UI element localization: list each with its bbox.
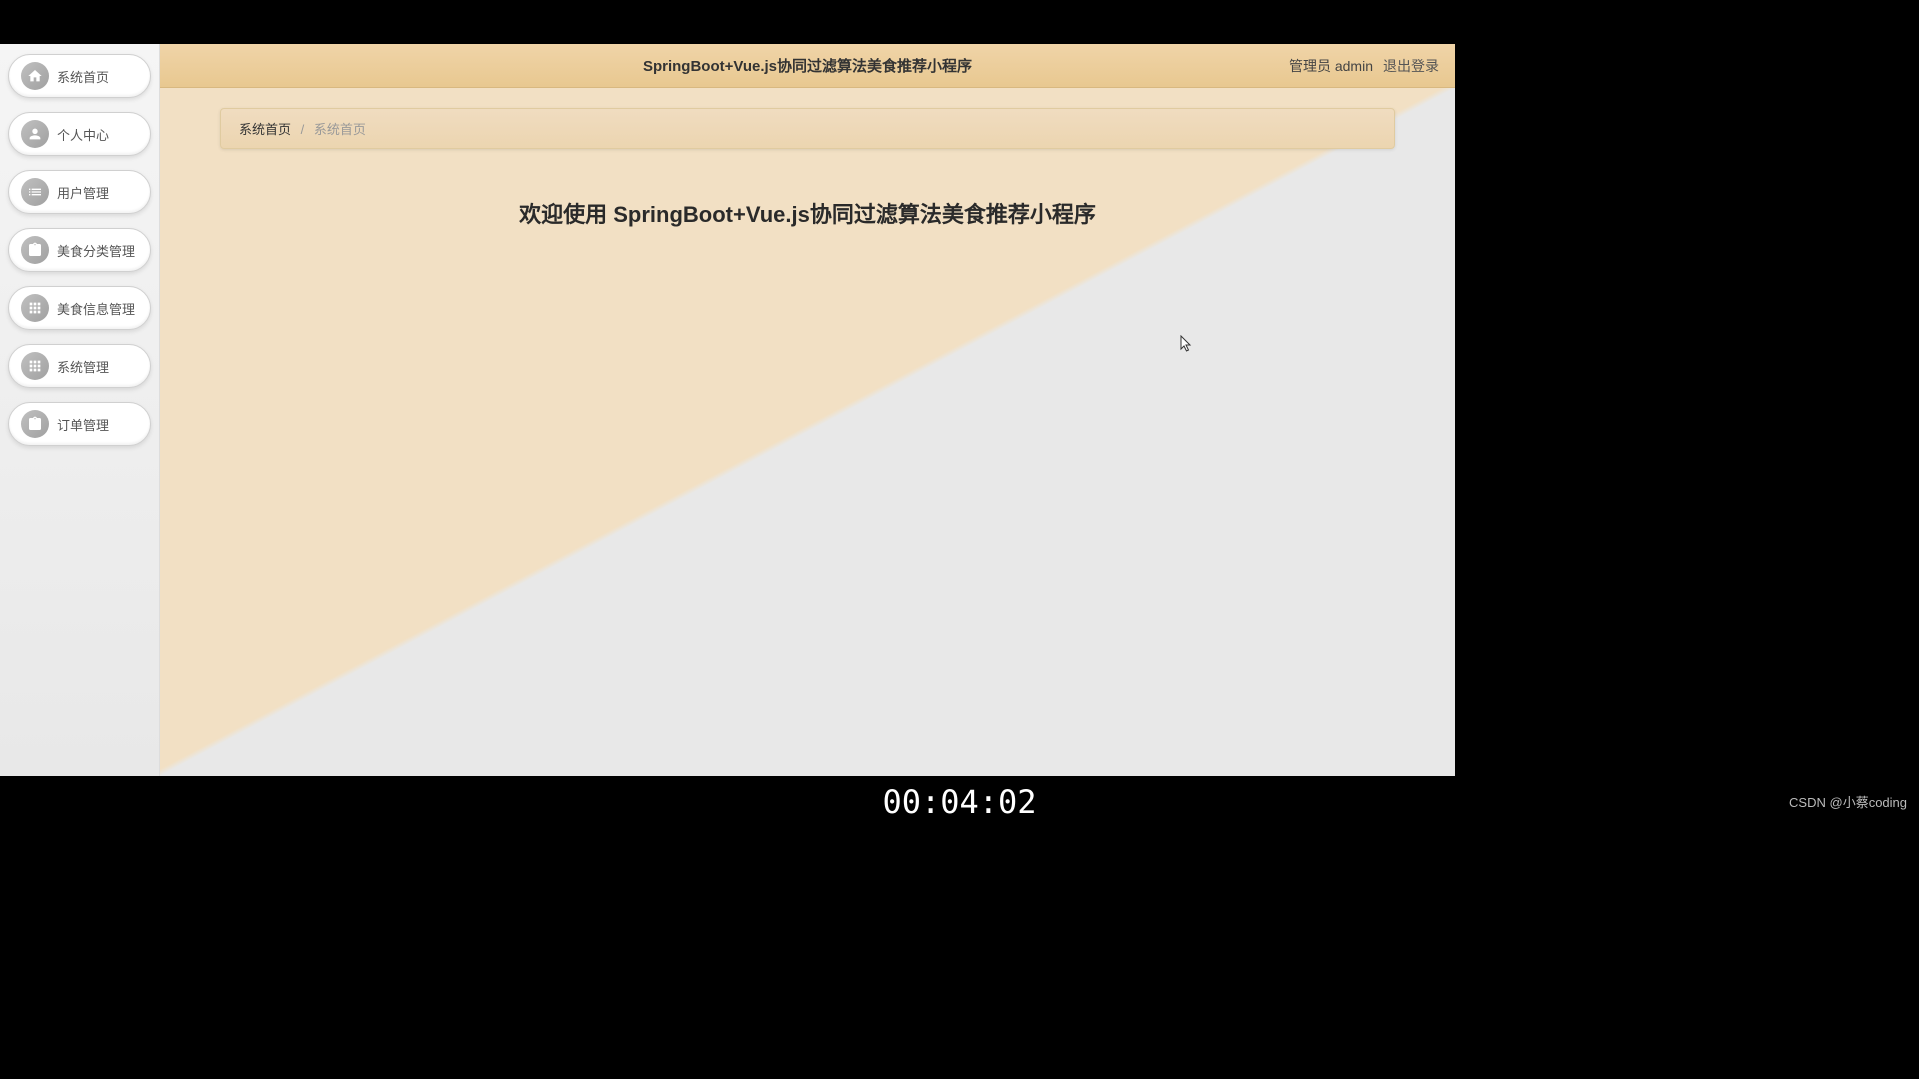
breadcrumb-separator: / [301,122,305,137]
breadcrumb: 系统首页 / 系统首页 [220,108,1395,149]
user-icon [21,120,49,148]
logout-link[interactable]: 退出登录 [1383,56,1439,76]
sidebar-item-profile[interactable]: 个人中心 [8,112,151,156]
user-role: 管理员 [1289,58,1331,74]
breadcrumb-current: 系统首页 [314,122,366,137]
sidebar-item-label: 系统首页 [57,67,109,86]
sidebar-item-food-info[interactable]: 美食信息管理 [8,286,151,330]
welcome-heading: 欢迎使用 SpringBoot+Vue.js协同过滤算法美食推荐小程序 [160,197,1455,229]
sidebar-item-home[interactable]: 系统首页 [8,54,151,98]
sidebar-item-label: 用户管理 [57,183,109,202]
header-user-section: 管理员 admin 退出登录 [1289,56,1439,76]
breadcrumb-root[interactable]: 系统首页 [239,122,291,137]
sidebar-item-label: 系统管理 [57,357,109,376]
clipboard-icon [21,236,49,264]
user-name: admin [1335,58,1373,74]
sidebar-item-system-mgmt[interactable]: 系统管理 [8,344,151,388]
sidebar-item-label: 美食信息管理 [57,299,135,318]
sidebar-item-label: 订单管理 [57,415,109,434]
list-icon [21,178,49,206]
watermark-text: CSDN @小蔡coding [1789,792,1907,811]
header-bar: SpringBoot+Vue.js协同过滤算法美食推荐小程序 管理员 admin… [160,44,1455,88]
app-window: 系统首页 个人中心 用户管理 美食分类管理 美食 [0,44,1455,776]
sidebar-item-label: 个人中心 [57,125,109,144]
cursor-icon [1180,335,1194,358]
sidebar-item-user-mgmt[interactable]: 用户管理 [8,170,151,214]
video-timestamp: 00:04:02 [872,781,1046,823]
main-area: SpringBoot+Vue.js协同过滤算法美食推荐小程序 管理员 admin… [160,44,1455,776]
sidebar-item-order-mgmt[interactable]: 订单管理 [8,402,151,446]
grid-icon [21,352,49,380]
content-area: 系统首页 / 系统首页 欢迎使用 SpringBoot+Vue.js协同过滤算法… [160,88,1455,776]
sidebar-item-label: 美食分类管理 [57,241,135,260]
grid-icon [21,294,49,322]
app-title: SpringBoot+Vue.js协同过滤算法美食推荐小程序 [643,55,972,76]
sidebar: 系统首页 个人中心 用户管理 美食分类管理 美食 [0,44,160,776]
sidebar-item-food-category[interactable]: 美食分类管理 [8,228,151,272]
user-info: 管理员 admin [1289,56,1373,76]
home-icon [21,62,49,90]
clipboard-icon [21,410,49,438]
